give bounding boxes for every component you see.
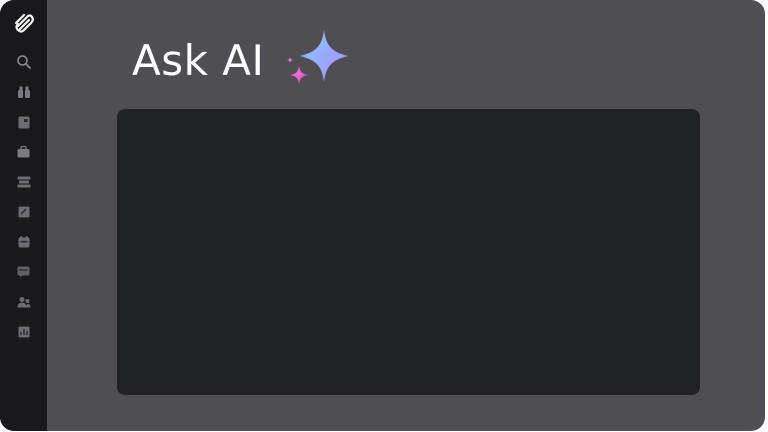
binoculars-icon[interactable] bbox=[10, 81, 38, 103]
calendar-icon[interactable] bbox=[10, 231, 38, 253]
app-logo-icon[interactable] bbox=[12, 11, 36, 35]
document-icon[interactable] bbox=[10, 111, 38, 133]
ai-chat-panel[interactable] bbox=[117, 109, 700, 395]
list-icon[interactable] bbox=[10, 171, 38, 193]
main-content: Ask AI bbox=[47, 0, 765, 431]
briefcase-icon[interactable] bbox=[10, 141, 38, 163]
sidebar bbox=[0, 0, 47, 431]
note-icon[interactable] bbox=[10, 201, 38, 223]
page-title: Ask AI bbox=[132, 35, 265, 85]
search-icon[interactable] bbox=[10, 51, 38, 73]
report-icon[interactable] bbox=[10, 321, 38, 343]
app-window: Ask AI bbox=[0, 0, 765, 431]
chat-icon[interactable] bbox=[10, 261, 38, 283]
sparkle-icon bbox=[284, 28, 356, 92]
people-icon[interactable] bbox=[10, 291, 38, 313]
header: Ask AI bbox=[132, 28, 356, 92]
